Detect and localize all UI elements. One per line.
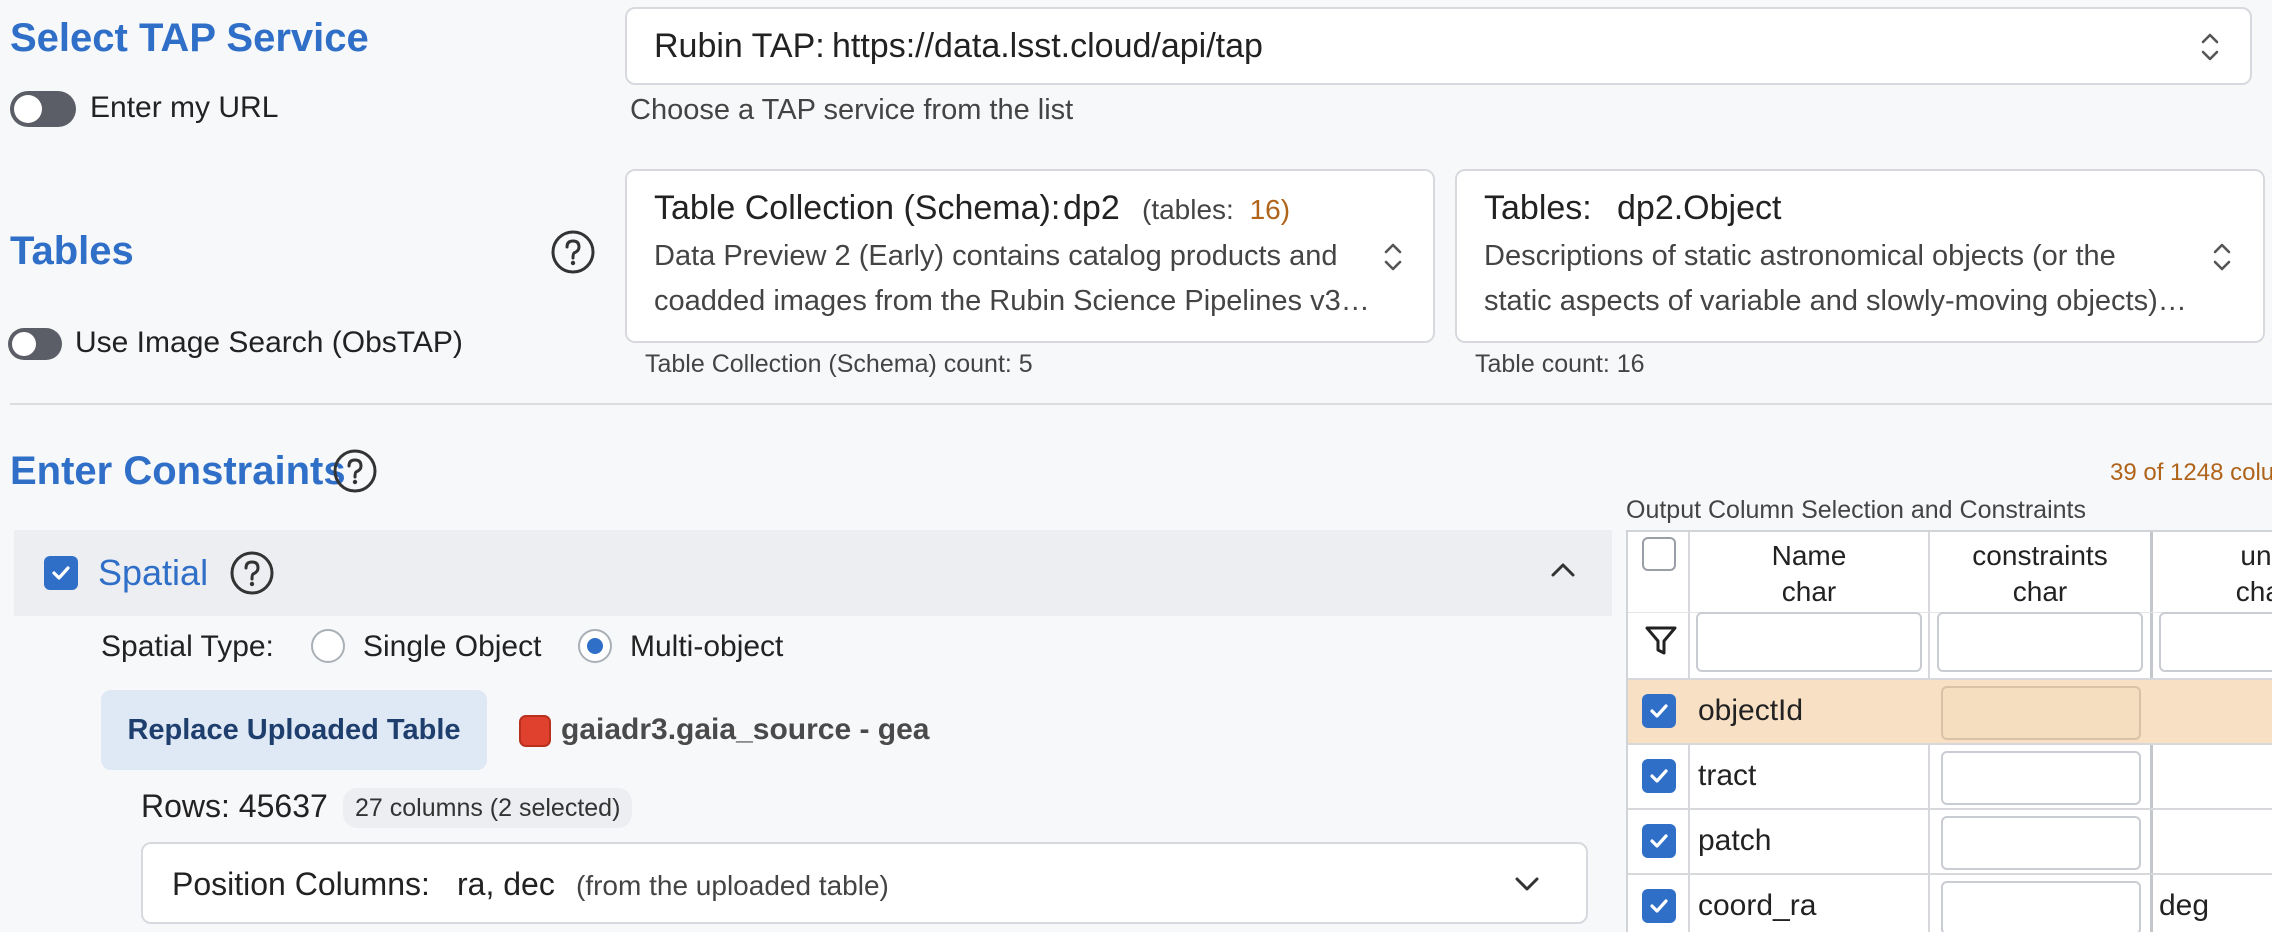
table-description-line1: Descriptions of static astronomical obje… xyxy=(1484,240,2116,272)
name-column-header[interactable]: Name char xyxy=(1690,538,1928,610)
tables-title: Tables xyxy=(10,229,134,273)
columns-badge[interactable]: 27 columns (2 selected) xyxy=(343,788,633,828)
multi-object-label[interactable]: Multi-object xyxy=(630,630,783,664)
spatial-checkbox[interactable] xyxy=(44,556,78,590)
row-constraint-input[interactable] xyxy=(1941,816,2141,870)
select-updown-icon xyxy=(2212,239,2232,275)
select-updown-icon xyxy=(2200,29,2220,65)
name-filter-input[interactable] xyxy=(1696,612,1922,672)
image-search-toggle[interactable] xyxy=(8,328,62,360)
tables-count-value: 16 xyxy=(1249,194,1281,225)
row-checkbox[interactable] xyxy=(1642,889,1676,923)
toggle-knob xyxy=(12,332,36,356)
enter-constraints-title: Enter Constraints xyxy=(10,449,346,493)
constraints-header-type: char xyxy=(2012,576,2068,607)
table-row[interactable]: patch xyxy=(1628,808,2272,873)
row-unit: deg xyxy=(2159,889,2210,922)
constraints-help-icon[interactable] xyxy=(332,448,378,494)
table-label: Tables: xyxy=(1484,189,1592,227)
spatial-label: Spatial xyxy=(98,552,209,593)
position-columns-label: Position Columns: xyxy=(172,866,430,902)
unit-column-header[interactable]: unit char xyxy=(2153,538,2272,610)
row-name: patch xyxy=(1698,824,1772,857)
table-count-note: Table count: 16 xyxy=(1475,350,1645,378)
replace-uploaded-table-button[interactable]: Replace Uploaded Table xyxy=(101,690,487,770)
toggle-knob xyxy=(14,95,42,123)
filter-icon[interactable] xyxy=(1644,624,1678,663)
schema-description-line2: coadded images from the Rubin Science Pi… xyxy=(654,285,1370,317)
row-constraint-input[interactable] xyxy=(1941,751,2141,805)
row-name: coord_ra xyxy=(1698,889,1817,922)
select-updown-icon xyxy=(1383,239,1403,275)
replace-uploaded-table-label: Replace Uploaded Table xyxy=(127,713,461,746)
schema-count-note: Table Collection (Schema) count: 5 xyxy=(645,350,1033,378)
chevron-down-icon xyxy=(1513,874,1541,894)
position-columns-value: ra, dec xyxy=(457,866,555,902)
spatial-help-icon[interactable] xyxy=(229,550,275,596)
tables-suffix: ) xyxy=(1280,194,1291,225)
table-row[interactable]: tract xyxy=(1628,743,2272,808)
radio-multi-object[interactable] xyxy=(577,628,613,669)
schema-description-line1: Data Preview 2 (Early) contains catalog … xyxy=(654,240,1338,272)
select-all-checkbox[interactable] xyxy=(1642,537,1676,571)
row-name: tract xyxy=(1698,759,1757,792)
unit-filter-input[interactable] xyxy=(2159,612,2272,672)
constraints-header-label: constraints xyxy=(1972,540,2108,571)
unit-header-label: unit xyxy=(2240,540,2272,571)
schema-select[interactable]: Table Collection (Schema): dp2 (tables: … xyxy=(625,169,1435,343)
image-search-label: Use Image Search (ObsTAP) xyxy=(75,326,463,359)
section-divider xyxy=(10,403,2272,405)
tap-service-select[interactable]: Rubin TAP: https://data.lsst.cloud/api/t… xyxy=(625,7,2252,85)
schema-tables-count: (tables: 16) xyxy=(1142,194,1290,226)
uploaded-file-name: gaiadr3.gaia_source - gea xyxy=(561,713,930,746)
table-description-line2: static aspects of variable and slowly-mo… xyxy=(1484,285,2187,317)
row-constraint-input[interactable] xyxy=(1941,881,2141,932)
tap-service-label: Rubin TAP: xyxy=(654,27,825,65)
spatial-type-label: Spatial Type: xyxy=(101,630,274,663)
tables-help-icon[interactable] xyxy=(550,229,596,275)
position-columns-select[interactable]: Position Columns: ra, dec (from the uplo… xyxy=(141,842,1588,924)
tap-service-url: https://data.lsst.cloud/api/tap xyxy=(832,27,1263,65)
row-checkbox[interactable] xyxy=(1642,759,1676,793)
chevron-up-icon[interactable] xyxy=(1549,560,1577,580)
enter-my-url-toggle[interactable] xyxy=(10,91,76,127)
name-header-type: char xyxy=(1781,576,1837,607)
single-object-label[interactable]: Single Object xyxy=(363,630,541,664)
schema-label: Table Collection (Schema): xyxy=(654,189,1061,227)
output-columns-title: Output Column Selection and Constraints xyxy=(1626,496,2086,524)
enter-my-url-label: Enter my URL xyxy=(90,91,279,124)
position-columns-note: (from the uploaded table) xyxy=(576,870,889,901)
rows-count: Rows: 45637 xyxy=(141,788,328,824)
row-name: objectId xyxy=(1698,694,1804,727)
tables-prefix: (tables: xyxy=(1142,194,1234,225)
table-select[interactable]: Tables: dp2.Object Descriptions of stati… xyxy=(1455,169,2265,343)
schema-value: dp2 xyxy=(1063,189,1120,227)
row-checkbox[interactable] xyxy=(1642,824,1676,858)
constraints-filter-input[interactable] xyxy=(1937,612,2143,672)
row-checkbox[interactable] xyxy=(1642,694,1676,728)
unit-header-type: char xyxy=(2235,576,2272,607)
constraints-column-header[interactable]: constraints char xyxy=(1930,538,2150,610)
table-value: dp2.Object xyxy=(1617,189,1782,227)
name-header-label: Name xyxy=(1771,540,1847,571)
table-row[interactable]: objectId xyxy=(1628,678,2272,743)
row-constraint-input[interactable] xyxy=(1941,686,2141,740)
table-row[interactable]: coord_ra deg xyxy=(1628,873,2272,932)
spatial-panel-header[interactable]: Spatial xyxy=(14,530,1612,616)
output-columns-count: 39 of 1248 colu xyxy=(2110,459,2272,486)
uploaded-file-icon xyxy=(519,715,551,747)
select-tap-service-title: Select TAP Service xyxy=(10,16,369,60)
columns-badge-text: 27 columns (2 selected) xyxy=(355,793,621,822)
output-columns-table: Name char constraints char unit char obj… xyxy=(1626,530,2272,932)
tap-service-hint: Choose a TAP service from the list xyxy=(630,94,1074,126)
radio-single-object[interactable] xyxy=(310,628,346,669)
